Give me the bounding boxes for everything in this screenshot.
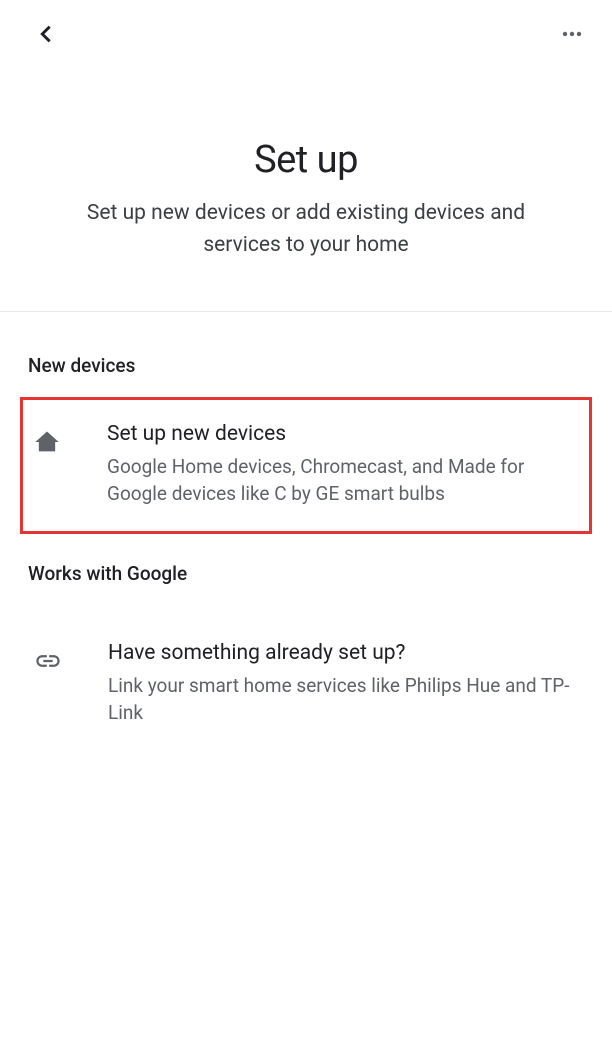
chevron-left-icon: [35, 20, 57, 48]
option-text-container: Have something already set up? Link your…: [108, 641, 572, 726]
link-icon: [30, 643, 66, 679]
setup-new-devices-option[interactable]: Set up new devices Google Home devices, …: [20, 397, 592, 534]
option-description: Google Home devices, Chromecast, and Mad…: [107, 454, 569, 507]
home-icon: [29, 424, 65, 460]
more-options-button[interactable]: [556, 18, 588, 50]
more-horizontal-icon: [560, 22, 584, 46]
page-title: Set up: [40, 138, 572, 182]
app-header: [0, 0, 612, 60]
page-subtitle: Set up new devices or add existing devic…: [40, 198, 572, 261]
back-button[interactable]: [30, 18, 62, 50]
option-title: Set up new devices: [107, 422, 569, 446]
option-description: Link your smart home services like Phili…: [108, 673, 572, 726]
section-header-new-devices: New devices: [28, 312, 584, 397]
new-devices-section: New devices Set up new devices Google Ho…: [0, 312, 612, 750]
option-text-container: Set up new devices Google Home devices, …: [107, 422, 569, 507]
section-header-works-with-google: Works with Google: [28, 534, 584, 605]
option-title: Have something already set up?: [108, 641, 572, 665]
link-services-option[interactable]: Have something already set up? Link your…: [28, 619, 584, 750]
title-section: Set up Set up new devices or add existin…: [0, 60, 612, 311]
